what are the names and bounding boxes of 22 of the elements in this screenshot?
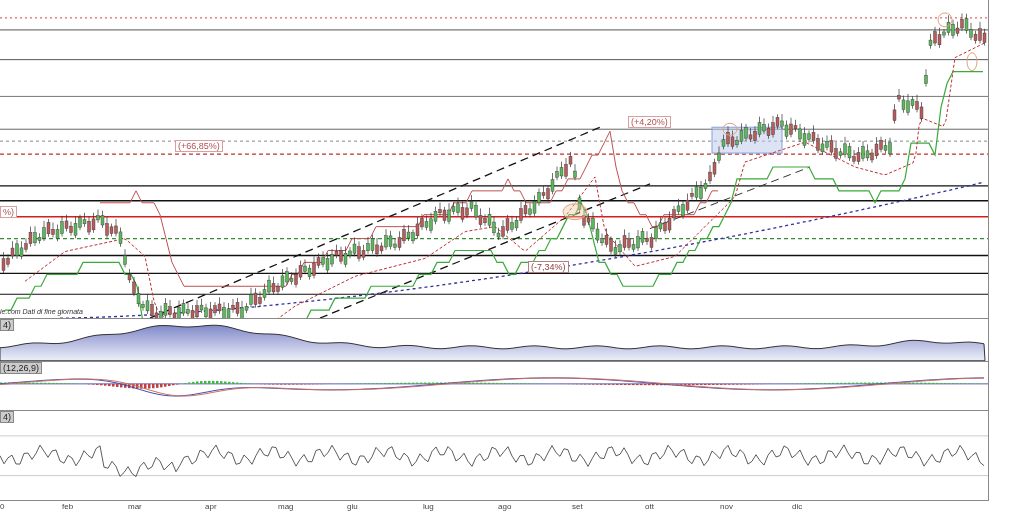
month-label: apr [205, 502, 217, 511]
month-label: 0 [0, 502, 5, 511]
month-label: ago [498, 502, 512, 511]
highlight-ellipse [937, 12, 953, 28]
month-label: giu [347, 502, 358, 511]
highlight-ellipse [562, 203, 588, 221]
month-label: nov [720, 502, 733, 511]
percent-label: (+4,20%) [628, 116, 671, 128]
highlight-ellipse [966, 52, 978, 72]
highlight-rectangle [711, 126, 783, 154]
percent-label: (-7,34%) [528, 261, 569, 273]
percent-label: (+66,85%) [175, 140, 223, 152]
highlight-ellipse [722, 122, 738, 136]
percent-label: %) [0, 206, 17, 218]
month-label: mag [278, 502, 294, 511]
month-label: ott [645, 502, 654, 511]
month-label: feb [62, 502, 74, 511]
month-label: dic [792, 502, 803, 511]
month-label: set [572, 502, 583, 511]
month-label: mar [128, 502, 142, 511]
indicator-label: 4) [0, 319, 14, 332]
month-label: lug [423, 502, 434, 511]
